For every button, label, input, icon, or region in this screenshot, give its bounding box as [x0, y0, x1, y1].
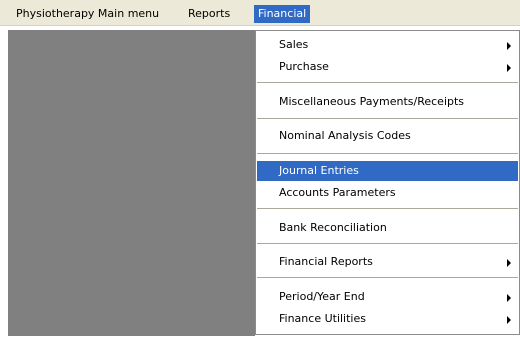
menu-separator — [257, 118, 518, 119]
menu-item-label: Sales — [279, 38, 309, 51]
menu-reports[interactable]: Reports — [184, 5, 234, 23]
menu-item-label: Accounts Parameters — [279, 186, 396, 199]
menu-item-finance-utilities[interactable]: Finance Utilities — [257, 309, 518, 329]
financial-dropdown-menu: Sales Purchase Miscellaneous Payments/Re… — [255, 30, 520, 335]
submenu-arrow-icon — [507, 64, 511, 72]
menu-item-label: Financial Reports — [279, 255, 373, 268]
submenu-arrow-icon — [507, 316, 511, 324]
menu-item-label: Finance Utilities — [279, 312, 366, 325]
menu-item-misc-payments[interactable]: Miscellaneous Payments/Receipts — [257, 92, 518, 112]
menu-separator — [257, 208, 518, 209]
menu-item-purchase[interactable]: Purchase — [257, 57, 518, 77]
workspace-area — [8, 30, 255, 336]
menu-bar: Physiotherapy Main menu Reports Financia… — [0, 0, 520, 26]
menu-item-label: Miscellaneous Payments/Receipts — [279, 95, 465, 108]
menu-item-financial-reports[interactable]: Financial Reports — [257, 252, 518, 272]
menu-financial[interactable]: Financial — [254, 5, 311, 23]
submenu-arrow-icon — [507, 294, 511, 302]
menu-item-journal-entries[interactable]: Journal Entries — [257, 161, 518, 181]
submenu-arrow-icon — [507, 42, 511, 50]
menu-separator — [257, 277, 518, 278]
menu-item-label: Bank Reconciliation — [279, 221, 387, 234]
menu-item-label: Period/Year End — [279, 290, 365, 303]
menu-separator — [257, 153, 518, 154]
menu-item-accounts-parameters[interactable]: Accounts Parameters — [257, 183, 518, 203]
menu-separator — [257, 243, 518, 244]
menu-item-label: Nominal Analysis Codes — [279, 129, 411, 142]
menu-physiotherapy-main[interactable]: Physiotherapy Main menu — [12, 5, 163, 23]
menu-item-label: Journal Entries — [279, 164, 359, 177]
menu-item-period-year-end[interactable]: Period/Year End — [257, 287, 518, 307]
menu-item-sales[interactable]: Sales — [257, 35, 518, 55]
submenu-arrow-icon — [507, 259, 511, 267]
menu-item-bank-reconciliation[interactable]: Bank Reconciliation — [257, 218, 518, 238]
menu-item-nominal-analysis[interactable]: Nominal Analysis Codes — [257, 126, 518, 146]
menu-separator — [257, 82, 518, 83]
menu-item-label: Purchase — [279, 60, 329, 73]
